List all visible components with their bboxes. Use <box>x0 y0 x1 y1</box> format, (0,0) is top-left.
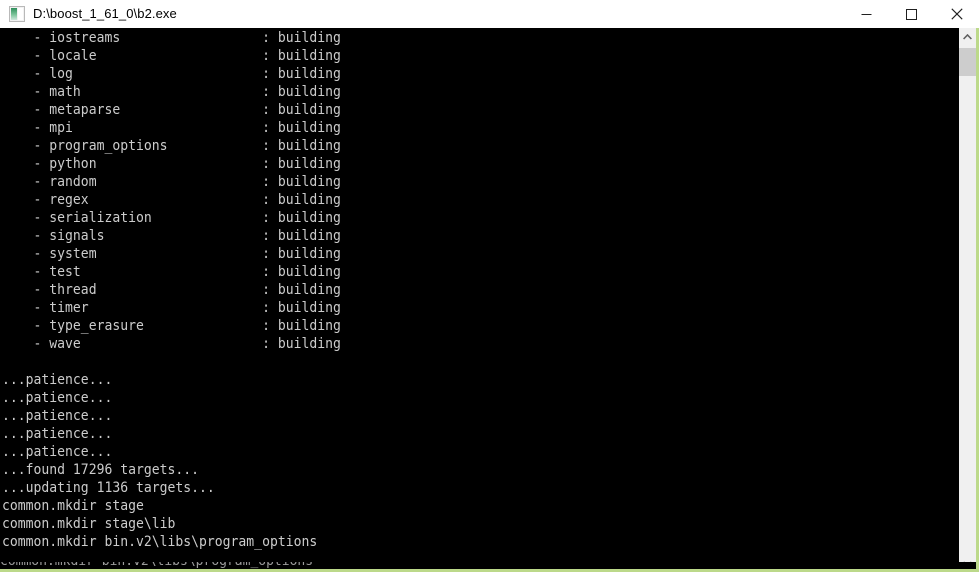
console-window: D:\boost_1_61_0\b2.exe - iostreams: bui… <box>0 0 979 572</box>
minimize-icon <box>861 13 872 15</box>
scrollbar-track[interactable] <box>959 45 976 555</box>
vertical-scrollbar[interactable] <box>959 28 976 572</box>
window-title: D:\boost_1_61_0\b2.exe <box>33 6 177 21</box>
console-app-icon <box>9 6 25 22</box>
close-button[interactable] <box>934 0 979 28</box>
minimize-button[interactable] <box>844 0 889 28</box>
maximize-icon <box>906 8 917 20</box>
console-output-area[interactable]: - iostreams : building - locale : buildi… <box>0 28 959 572</box>
close-icon <box>950 8 963 20</box>
chevron-up-icon <box>963 33 972 40</box>
window-controls <box>844 0 979 28</box>
scroll-up-button[interactable] <box>959 28 976 45</box>
window-titlebar[interactable]: D:\boost_1_61_0\b2.exe <box>0 0 979 28</box>
console-text: - iostreams : building - locale : buildi… <box>2 30 341 550</box>
maximize-button[interactable] <box>889 0 934 28</box>
scrollbar-thumb[interactable] <box>959 48 976 76</box>
